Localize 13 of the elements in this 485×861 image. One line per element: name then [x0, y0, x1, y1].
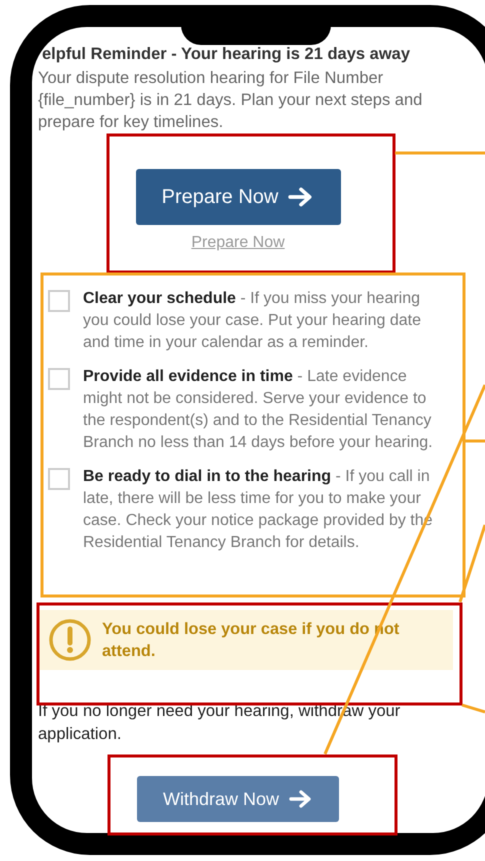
arrow-icon: [288, 186, 314, 208]
checklist-text: Provide all evidence in time - Late evidence might not be considered. Serve your evidence to the respondent(s) and to the Residential Tenancy Branch no less than 14 days before your hearing.: [83, 367, 434, 453]
warning-icon: [48, 618, 92, 662]
checklist-text: Clear your schedule - If you miss your hearing you could lose your case. Put your hearing date and time in your calendar as a reminder.: [83, 289, 422, 353]
prepare-link[interactable]: Prepare Now: [191, 234, 285, 252]
withdraw-button[interactable]: Withdraw Now: [137, 776, 339, 822]
page-heading: elpful Reminder - Your hearing is 21 days away: [41, 44, 412, 64]
prepare-button[interactable]: Prepare Now: [136, 169, 340, 225]
intro-text: Your dispute resolution hearing for File Number {file_number} is in 21 days. Plan your next steps and prepare for key timelines.: [38, 68, 424, 133]
arrow-icon: [289, 789, 314, 809]
checkbox[interactable]: [48, 290, 70, 312]
checkbox[interactable]: [48, 468, 70, 490]
checkbox[interactable]: [48, 368, 70, 390]
